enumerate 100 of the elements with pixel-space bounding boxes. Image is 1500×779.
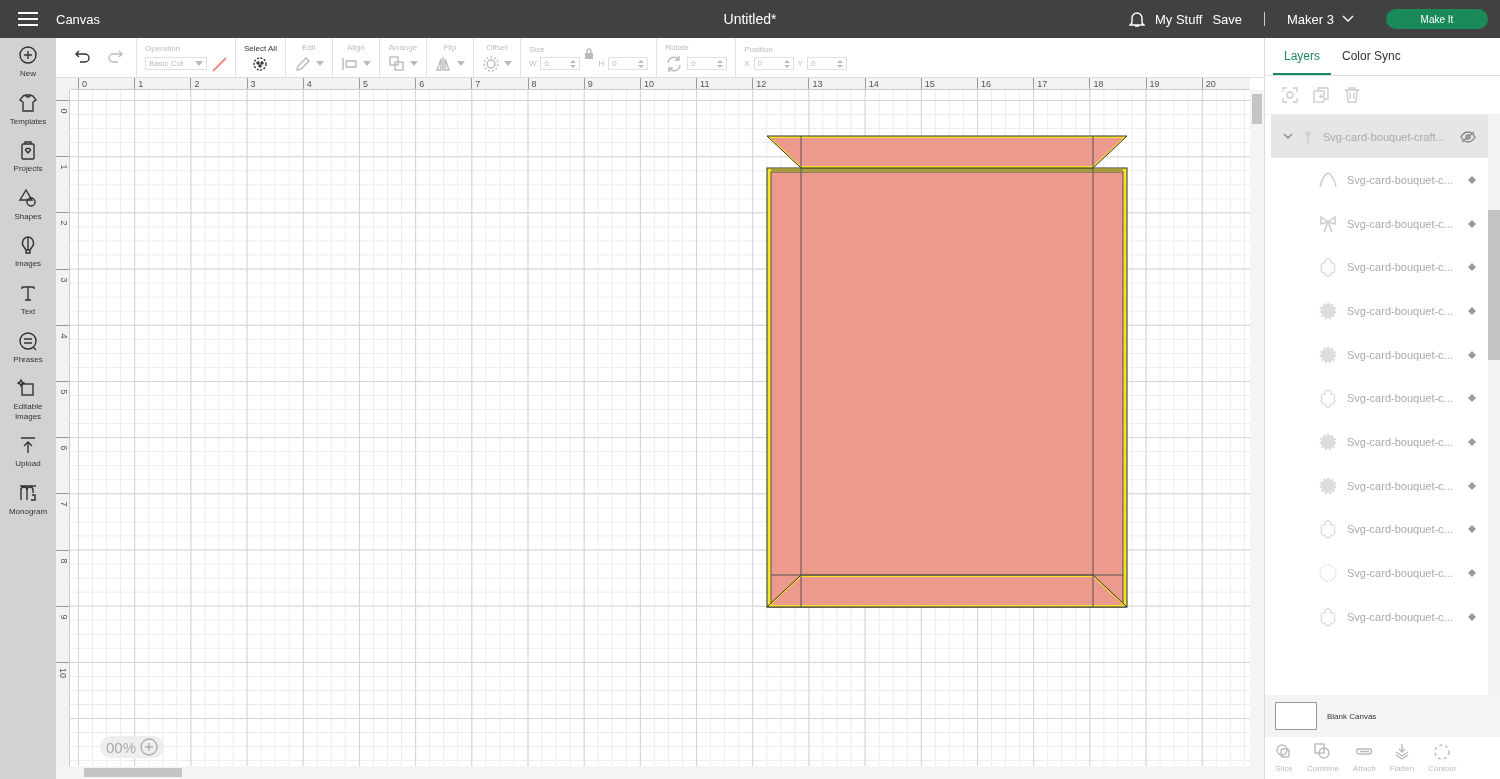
rotate-label: Rotate [665,42,689,52]
flower-icon [1317,605,1339,628]
top-bar-link[interactable]: Save [1212,11,1243,27]
ruler-number: 4 [302,78,359,89]
ruler-number: 5 [57,389,69,395]
chevron-down-icon[interactable] [1283,132,1293,141]
layer-row[interactable]: Svg-card-bouquet-c... [1271,594,1488,639]
stepper-icon [638,58,645,69]
layer-row[interactable]: Svg-card-bouquet-c... [1271,420,1488,464]
caret-icon [315,60,324,67]
blank-canvas-row[interactable]: Blank Canvas [1265,695,1500,737]
select-all-button[interactable]: Select All [244,43,277,72]
diamond-icon [1468,394,1476,403]
ruler-number: 20 [1201,78,1250,89]
caret-icon [456,60,465,67]
card-drawing[interactable] [766,135,1128,608]
layer-row[interactable]: Svg-card-bouquet-c... [1271,463,1488,508]
lock-icon[interactable] [584,47,595,60]
sidebar-item[interactable]: Templates [0,91,56,127]
diamond-icon [1468,569,1476,578]
ruler-number: 3 [246,78,303,89]
ruler-number: 3 [57,277,69,283]
blank-canvas-label: Blank Canvas [1327,711,1377,721]
ruler-number: 19 [1145,78,1202,89]
sidebar-item[interactable]: Images [0,234,56,269]
sidebar-item[interactable]: New [0,44,56,79]
diamond-icon [1468,612,1476,621]
menu-icon[interactable] [18,12,38,26]
ruler-number: 15 [920,78,977,89]
panel-tab[interactable]: Layers [1273,38,1332,75]
panel-tab[interactable]: Color Sync [1331,38,1412,75]
layer-row[interactable]: Svg-card-bouquet-c... [1271,507,1488,552]
sidebar-item[interactable]: Monogram [0,481,56,517]
trash-icon[interactable] [1344,87,1360,103]
stepper-icon [836,58,843,69]
ruler-number: 8 [57,558,69,563]
ruler-number: 13 [808,78,865,89]
layer-row[interactable]: Svg-card-bouquet-c... [1271,158,1488,202]
rotate-icon [665,54,684,73]
ruler-number: 0 [57,108,69,114]
zoom-control[interactable]: 00% [100,736,165,758]
ruler-number: 1 [57,164,69,170]
field-label: W [528,59,537,68]
layer-row[interactable]: Svg-card-bouquet-c... [1271,376,1488,421]
ruler-number: 16 [977,78,1034,89]
diamond-icon [1468,350,1476,359]
layer-row[interactable]: Svg-card-bouquet-c... [1271,245,1488,290]
layer-row[interactable]: Svg-card-bouquet-c... [1271,332,1488,377]
blank-canvas-swatch [1275,702,1317,730]
sidebar-item[interactable]: Upload [0,434,56,469]
caret-icon [195,60,203,67]
caret-icon [362,60,371,67]
caret-icon [409,60,418,67]
redo-icon [106,48,124,64]
sidebar-item[interactable]: Text [0,281,56,317]
zoom-in-icon[interactable] [140,738,159,756]
diamond-icon [1468,175,1476,184]
make-it-button[interactable]: Make It [1386,9,1488,29]
bell-icon[interactable] [1128,10,1145,28]
diamond-icon [1468,525,1476,534]
ruler-number: 18 [1089,78,1146,89]
sidebar-item[interactable]: Phrases [0,329,56,365]
ruler-number: 4 [57,333,69,339]
offset-icon [481,54,500,73]
machine-selector[interactable]: Maker 3 [1287,11,1354,27]
contour-icon [1433,743,1452,761]
ruler-number: 7 [57,501,69,507]
sidebar-icon [17,186,39,209]
layer-row[interactable]: Svg-card-bouquet-c... [1271,289,1488,333]
flower-icon [1317,387,1339,410]
horizontal-scrollbar[interactable] [56,766,1264,779]
zoom-level: 00% [106,738,137,756]
layer-row[interactable]: Svg-card-bouquet-c... [1271,551,1488,595]
ruler-number: 10 [639,78,697,89]
ruler-number: 7 [471,78,528,89]
undo-icon [74,48,92,64]
layer-group-row[interactable]: Svg-card-bouquet-craft... [1271,115,1488,158]
top-bar-link[interactable]: My Stuff [1154,11,1203,27]
sidebar-item[interactable]: Shapes [0,186,56,222]
ruler-number: 10 [57,667,69,678]
flower-icon [1317,256,1339,279]
ruler-number: 6 [57,445,69,451]
chevron-down-icon [1342,15,1354,23]
group-icon[interactable] [1282,87,1298,103]
duplicate-icon[interactable] [1313,87,1329,103]
diamond-icon [1468,219,1476,228]
pen-line-icon[interactable] [211,55,227,72]
vertical-scrollbar[interactable] [1250,90,1264,766]
sidebar-item[interactable]: Projects [0,139,56,174]
ruler-number: 8 [527,78,584,89]
stepper-icon [717,58,724,69]
layers-scrollbar[interactable] [1488,115,1500,695]
ruler-number: 14 [864,78,921,89]
sidebar-item[interactable]: Editable Images [0,377,56,422]
ruler-number: 5 [358,78,416,89]
hidden-eye-icon[interactable] [1460,130,1476,143]
ruler-number: 12 [752,78,809,89]
layer-row[interactable]: Svg-card-bouquet-c... [1271,201,1488,246]
select-all-icon [252,55,269,72]
ruler-number: 11 [696,78,753,89]
